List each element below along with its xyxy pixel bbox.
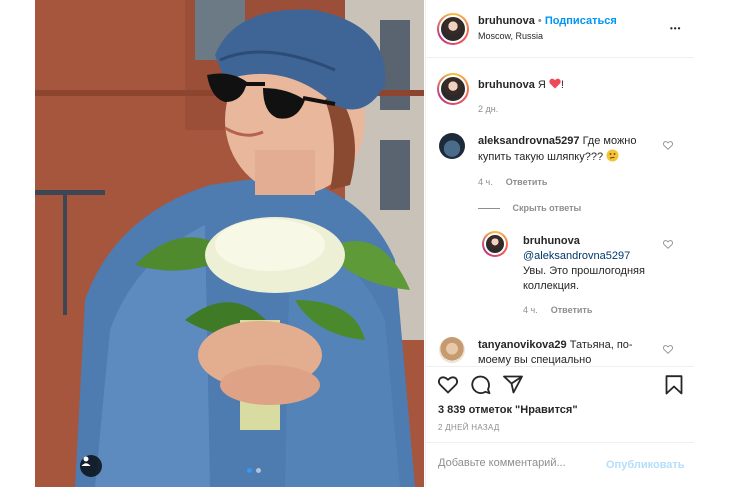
carousel-indicator [247,468,261,473]
post-location[interactable]: Moscow, Russia [478,31,543,41]
add-comment-form: Опубликовать [426,442,694,487]
hide-replies-line [478,208,500,210]
tagged-users-button[interactable] [80,455,102,477]
bookmark-icon[interactable] [665,375,683,395]
post-header: bruhunova • Подписаться Moscow, Russia •… [426,0,694,58]
commenter-avatar[interactable] [439,133,465,159]
caption-row: bruhunova Я ! [478,78,564,91]
reply-time[interactable]: 4 ч. [523,305,538,315]
reply-reply-button[interactable]: Ответить [551,305,593,315]
comment-body: aleksandrovna5297 Где можно купить такую… [478,134,658,165]
author-avatar[interactable] [437,13,469,45]
comment-username[interactable]: aleksandrovna5297 [478,135,580,147]
comment-reply-button[interactable]: Ответить [506,177,548,187]
commenter-2-avatar[interactable] [439,337,465,363]
caption-suffix: ! [560,79,564,91]
comment-text-line2: купить такую шляпку??? [478,151,604,163]
comment-2-like-heart-icon[interactable] [663,345,673,354]
comment-time[interactable]: 4 ч. [478,177,493,187]
caption-username[interactable]: bruhunova [478,79,535,91]
author-username[interactable]: bruhunova [478,15,535,27]
caption-avatar[interactable] [437,73,469,105]
user-icon [81,456,91,466]
paper-plane-icon[interactable] [503,375,523,394]
comment-2-body: tanyanovikova29 Татьяна, по- моему вы сп… [478,338,658,366]
hide-replies-label: Скрыть ответы [512,203,582,213]
header-title-row: bruhunova • Подписаться [478,15,617,27]
comment-meta: 4 ч. Ответить [478,176,547,188]
post-side-panel: bruhunova • Подписаться Moscow, Russia •… [425,0,694,487]
follow-button[interactable]: Подписаться [545,15,617,27]
reply-body: bruhunova @aleksandrovna5297 Увы. Это пр… [523,234,663,294]
follow-separator: • [537,15,542,27]
more-options-icon[interactable]: ••• [670,24,681,33]
heart-icon[interactable] [438,376,458,394]
caption-time[interactable]: 2 дн. [478,104,498,114]
comment-text-line1: Где можно [582,135,637,147]
comment-like-heart-icon[interactable] [663,141,673,150]
comment-2-clip: tanyanovikova29 Татьяна, по- моему вы сп… [426,330,694,366]
carousel-dot [256,468,261,473]
reply-username[interactable]: bruhunova [523,234,663,249]
comment-2-text-line1: Татьяна, по- [569,339,633,351]
hide-replies-button[interactable]: Скрыть ответы [478,203,581,213]
reply-text-line2: коллекция. [523,280,580,292]
carousel-dot-active [247,468,252,473]
reply-author-avatar[interactable] [482,231,508,257]
thinking-face-emoji-icon [606,149,619,162]
reply-like-heart-icon[interactable] [663,240,673,249]
caption-text: Я [537,79,546,91]
reply-mention[interactable]: @aleksandrovna5297 [523,249,663,264]
red-heart-emoji-icon [549,78,561,89]
comment-input[interactable] [438,457,598,469]
reply-text-line1: Увы. Это прошлогодняя [523,265,645,277]
publish-button[interactable]: Опубликовать [606,459,685,471]
post-photo[interactable]: › [35,0,424,487]
comment-2-username[interactable]: tanyanovikova29 [478,339,567,351]
photo-illustration [35,0,424,487]
post-actions: 3 839 отметок "Нравится" 2 ДНЕЙ НАЗАД [426,366,694,442]
reply-meta: 4 ч. Ответить [523,304,592,316]
likes-count[interactable]: 3 839 отметок "Нравится" [438,404,578,416]
comment-icon[interactable] [471,375,491,395]
comment-2-text-line2: моему вы специально [478,354,592,366]
post-date[interactable]: 2 ДНЕЙ НАЗАД [438,423,500,432]
